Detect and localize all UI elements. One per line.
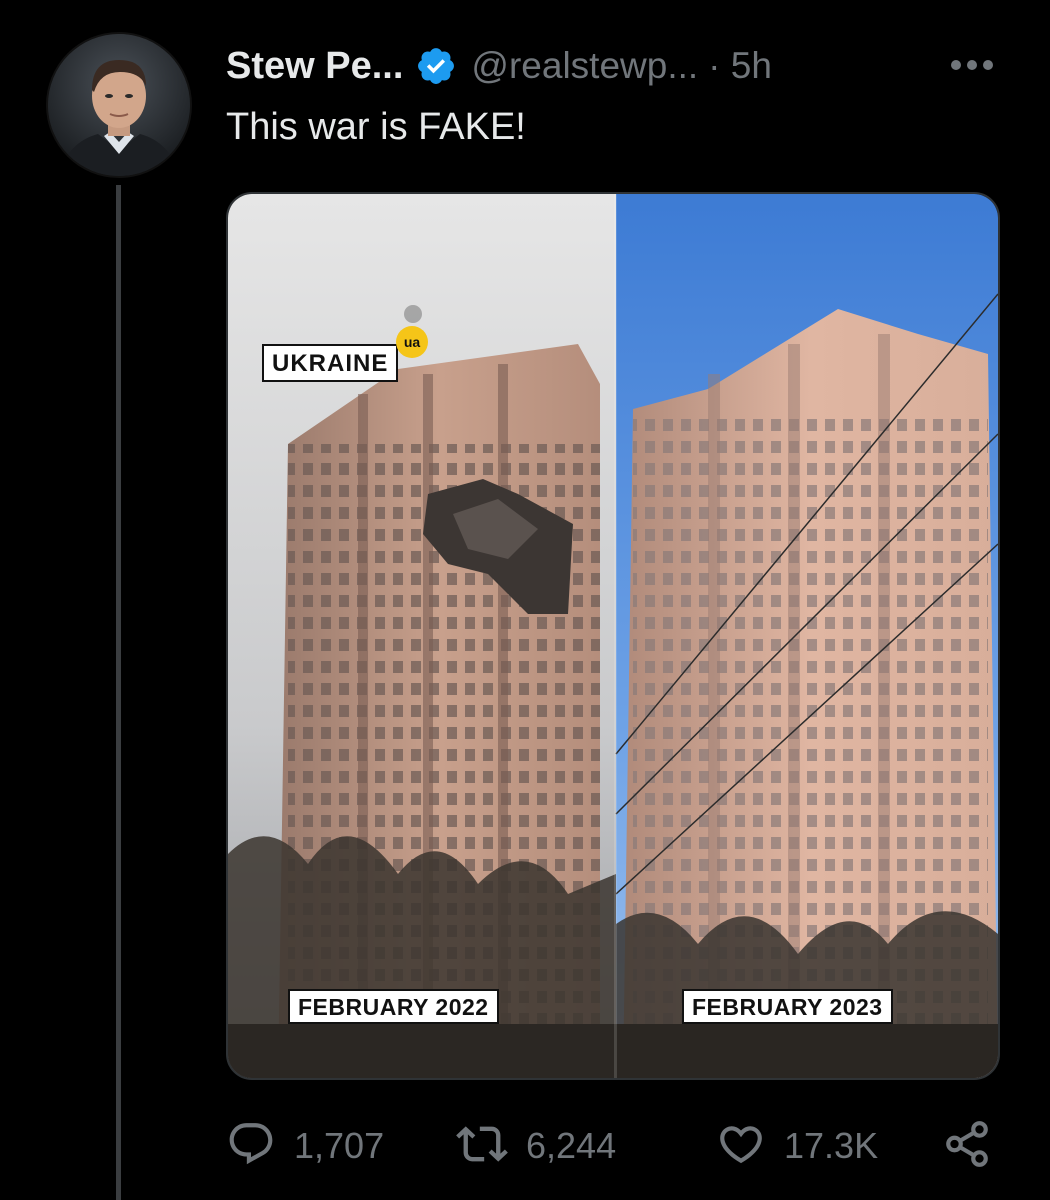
ukraine-badge: UKRAINE bbox=[262, 344, 399, 382]
more-horizontal-icon[interactable] bbox=[944, 50, 1000, 80]
caption-left: FEBRUARY 2022 bbox=[288, 989, 499, 1024]
reply-button[interactable]: 1,707 bbox=[226, 1114, 384, 1178]
comparison-image bbox=[228, 194, 998, 1078]
retweet-button[interactable]: 6,244 bbox=[456, 1114, 616, 1178]
tweet-text: This war is FAKE! bbox=[226, 106, 526, 148]
like-button[interactable]: 17.3K bbox=[716, 1114, 878, 1178]
handle[interactable]: @realstewp... bbox=[471, 45, 698, 87]
display-name[interactable]: Stew Pe... bbox=[226, 45, 403, 88]
ua-logo: ua bbox=[396, 326, 428, 358]
heart-icon bbox=[716, 1119, 766, 1174]
caption-left-text: FEBRUARY 2022 bbox=[298, 994, 489, 1020]
reply-icon bbox=[226, 1119, 276, 1174]
retweet-icon bbox=[456, 1118, 508, 1175]
tweet[interactable]: Stew Pe... @realstewp... · 5h This war i… bbox=[0, 0, 1050, 1200]
like-count: 17.3K bbox=[784, 1125, 879, 1166]
retweet-count: 6,244 bbox=[526, 1125, 617, 1166]
caption-right-text: FEBRUARY 2023 bbox=[692, 994, 883, 1020]
caption-right: FEBRUARY 2023 bbox=[682, 989, 893, 1024]
share-icon bbox=[942, 1119, 992, 1174]
avatar-photo bbox=[48, 34, 190, 176]
verified-badge-icon bbox=[415, 45, 457, 87]
share-button[interactable] bbox=[942, 1114, 992, 1178]
tweet-header: Stew Pe... @realstewp... · 5h bbox=[226, 38, 772, 94]
ua-logo-text: ua bbox=[403, 334, 421, 350]
tweet-actions: 1,707 6,244 17.3K bbox=[226, 1114, 1006, 1178]
tweet-media[interactable]: UKRAINE ua FEBRUARY 2022 FEBRUARY 2023 bbox=[226, 192, 1000, 1080]
thread-line bbox=[116, 185, 121, 1200]
timestamp[interactable]: · 5h bbox=[708, 45, 772, 87]
reply-count: 1,707 bbox=[294, 1125, 385, 1166]
avatar[interactable] bbox=[48, 34, 190, 176]
ukraine-badge-label: UKRAINE bbox=[272, 350, 389, 377]
